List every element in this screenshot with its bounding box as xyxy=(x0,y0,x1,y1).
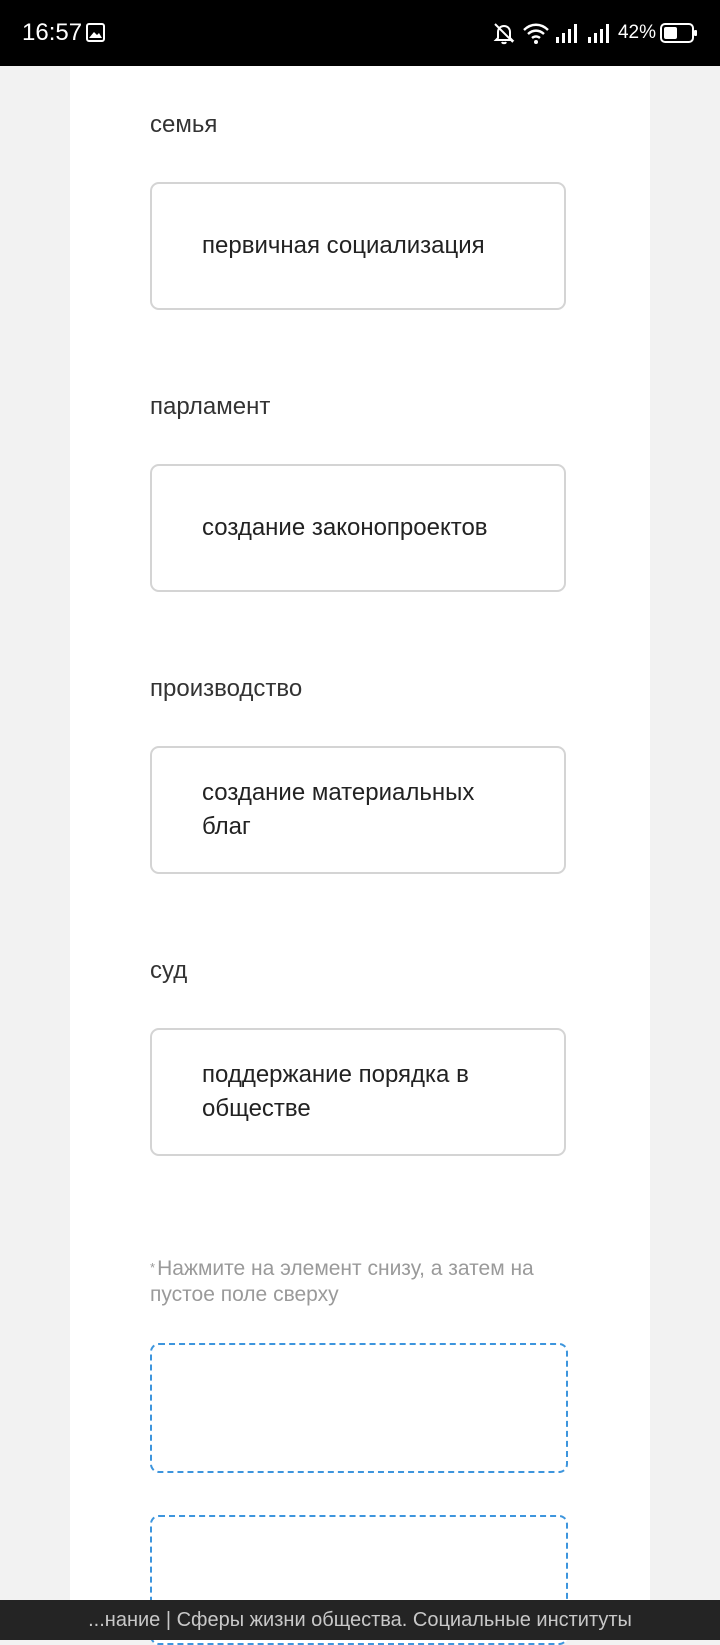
answer-box[interactable]: поддержание порядка в обществе xyxy=(150,1028,566,1156)
status-time: 16:57 xyxy=(22,19,83,46)
signal-icon xyxy=(554,21,580,45)
status-icons: 42% xyxy=(492,17,698,49)
answer-text: поддержание порядка в обществе xyxy=(202,1061,469,1122)
signal-icon-2 xyxy=(586,21,612,45)
instruction-hint: *Нажмите на элемент снизу, а затем на пу… xyxy=(150,1256,590,1308)
answer-text: создание законопроектов xyxy=(202,514,488,541)
category-label: суд xyxy=(150,957,188,984)
wifi-icon xyxy=(522,21,550,45)
answer-text: первичная социализация xyxy=(202,232,485,259)
status-bar: 16:57 42% xyxy=(0,0,720,66)
gallery-icon xyxy=(86,23,105,42)
empty-drop-slot[interactable] xyxy=(150,1343,568,1473)
battery-icon xyxy=(660,22,698,44)
answer-text: создание материальных благ xyxy=(202,779,475,840)
battery-percentage: 42% xyxy=(617,22,656,43)
answer-box[interactable]: создание материальных благ xyxy=(150,746,566,874)
category-label: производство xyxy=(150,675,303,702)
bell-muted-icon xyxy=(492,21,516,45)
answer-box[interactable]: первичная социализация xyxy=(150,182,566,310)
hint-text: Нажмите на элемент снизу, а затем на пус… xyxy=(150,1257,534,1306)
hint-marker: * xyxy=(150,1260,156,1275)
category-label: семья xyxy=(150,111,218,138)
matching-exercise: семья первичная социализация парламент с… xyxy=(70,66,650,1645)
category-label: парламент xyxy=(150,393,271,420)
page-title-bar: ...нание | Сферы жизни общества. Социаль… xyxy=(0,1600,720,1640)
page-title: ...нание | Сферы жизни общества. Социаль… xyxy=(88,1609,632,1631)
answer-box[interactable]: создание законопроектов xyxy=(150,464,566,592)
